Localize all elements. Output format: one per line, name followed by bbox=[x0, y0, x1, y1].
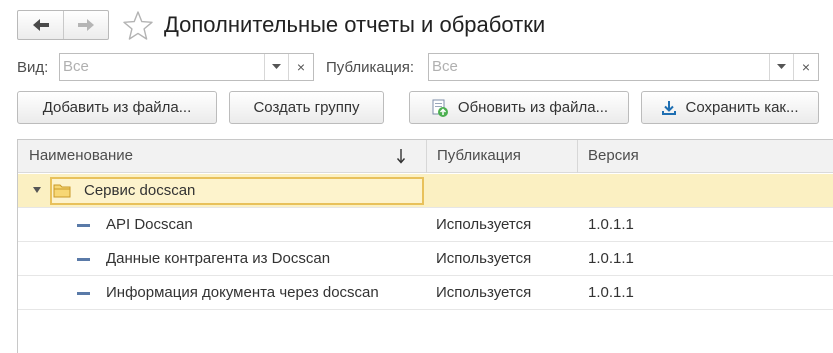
table-row[interactable]: Информация документа через docscan Испол… bbox=[18, 276, 833, 310]
chevron-down-icon bbox=[272, 64, 281, 69]
column-header-version[interactable]: Версия bbox=[577, 140, 833, 173]
sort-descending-icon[interactable] bbox=[396, 148, 406, 164]
create-group-button[interactable]: Создать группу bbox=[229, 91, 384, 124]
add-from-file-label: Добавить из файла... bbox=[42, 99, 192, 116]
kind-filter-dropdown-button[interactable] bbox=[264, 54, 288, 80]
kind-filter-value[interactable]: Все bbox=[60, 54, 264, 80]
publication-filter-combo[interactable]: Все × bbox=[428, 53, 819, 81]
arrow-right-icon bbox=[78, 19, 94, 31]
update-from-file-button[interactable]: Обновить из файла... bbox=[409, 91, 629, 124]
processing-item-icon bbox=[77, 258, 90, 261]
update-from-file-label: Обновить из файла... bbox=[457, 99, 609, 116]
kind-filter-label: Вид: bbox=[17, 59, 49, 76]
folder-icon bbox=[53, 184, 71, 198]
download-icon bbox=[661, 100, 677, 116]
publication-filter-value[interactable]: Все bbox=[429, 54, 769, 80]
back-button[interactable] bbox=[18, 11, 63, 39]
row-name: API Docscan bbox=[106, 216, 193, 233]
save-as-label: Сохранить как... bbox=[685, 99, 799, 116]
page-title: Дополнительные отчеты и обработки bbox=[164, 12, 546, 37]
row-version: 1.0.1.1 bbox=[588, 284, 634, 301]
forward-button[interactable] bbox=[63, 11, 108, 39]
publication-filter-dropdown-button[interactable] bbox=[769, 54, 793, 80]
row-publication: Используется bbox=[436, 250, 532, 267]
arrow-left-icon bbox=[32, 19, 49, 31]
kind-filter-combo[interactable]: Все × bbox=[59, 53, 314, 81]
column-header-name[interactable]: Наименование bbox=[18, 140, 426, 173]
row-publication: Используется bbox=[436, 216, 532, 233]
column-header-publication[interactable]: Публикация bbox=[426, 140, 578, 173]
chevron-down-icon bbox=[777, 64, 786, 69]
star-icon[interactable] bbox=[122, 10, 154, 42]
navigation-buttons bbox=[17, 10, 109, 40]
row-version: 1.0.1.1 bbox=[588, 250, 634, 267]
processing-item-icon bbox=[77, 292, 90, 295]
processing-list-table[interactable]: Наименование Публикация Версия Сервис do… bbox=[17, 139, 833, 353]
save-as-button[interactable]: Сохранить как... bbox=[641, 91, 819, 124]
row-version: 1.0.1.1 bbox=[588, 216, 634, 233]
group-name: Сервис docscan bbox=[84, 182, 196, 199]
table-row[interactable]: Данные контрагента из Docscan Использует… bbox=[18, 242, 833, 276]
row-name: Данные контрагента из Docscan bbox=[106, 250, 331, 267]
table-row-group[interactable]: Сервис docscan bbox=[18, 174, 833, 208]
processing-item-icon bbox=[77, 224, 90, 227]
table-row[interactable]: API Docscan Используется 1.0.1.1 bbox=[18, 208, 833, 242]
expand-triangle-icon[interactable] bbox=[33, 187, 41, 194]
add-from-file-button[interactable]: Добавить из файла... bbox=[17, 91, 217, 124]
kind-filter-clear-button[interactable]: × bbox=[288, 54, 313, 80]
row-publication: Используется bbox=[436, 284, 532, 301]
create-group-label: Создать группу bbox=[253, 99, 360, 116]
table-header: Наименование Публикация Версия bbox=[18, 140, 833, 173]
publication-filter-label: Публикация: bbox=[326, 59, 414, 76]
row-name: Информация документа через docscan bbox=[106, 284, 379, 301]
update-file-icon bbox=[430, 98, 450, 118]
publication-filter-clear-button[interactable]: × bbox=[793, 54, 818, 80]
